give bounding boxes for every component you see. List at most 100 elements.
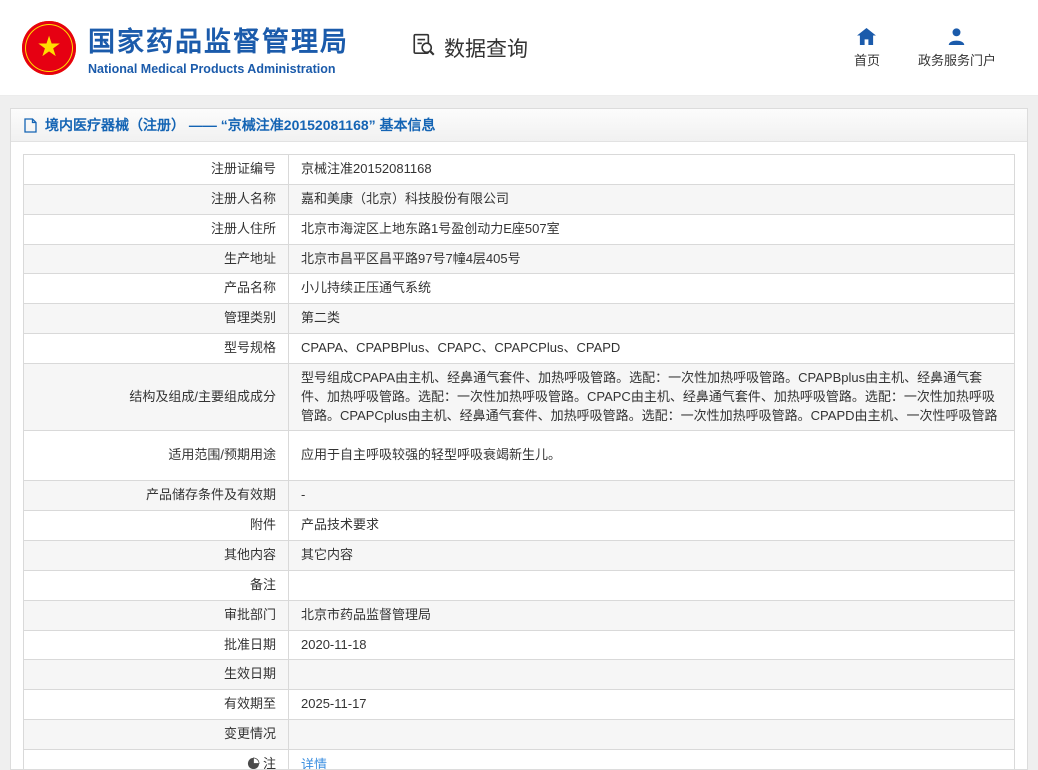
- row-label: 备注: [24, 570, 289, 600]
- doc-search-icon: [411, 32, 437, 64]
- org-name-en: National Medical Products Administration: [88, 62, 349, 76]
- row-label: 产品名称: [24, 274, 289, 304]
- row-label: 适用范围/预期用途: [24, 431, 289, 481]
- row-label-text: 审批部门: [224, 607, 276, 622]
- table-row: 产品名称 小儿持续正压通气系统: [24, 274, 1015, 304]
- row-value: 型号组成CPAPA由主机、经鼻通气套件、加热呼吸管路。选配：一次性加热呼吸管路。…: [289, 363, 1015, 431]
- org-names: 国家药品监督管理局 National Medical Products Admi…: [88, 20, 349, 76]
- row-label-text: 有效期至: [224, 696, 276, 711]
- top-nav: 首页 政务服务门户: [854, 27, 996, 69]
- row-label: 结构及组成/主要组成成分: [24, 363, 289, 431]
- row-label-text: 产品名称: [224, 280, 276, 295]
- info-table-body: 注册证编号 京械注准20152081168 注册人名称 嘉和美康（北京）科技股份…: [24, 155, 1015, 770]
- row-value: 小儿持续正压通气系统: [289, 274, 1015, 304]
- row-value: 北京市昌平区昌平路97号7幢4层405号: [289, 244, 1015, 274]
- row-label: 注册人名称: [24, 184, 289, 214]
- row-value: 北京市海淀区上地东路1号盈创动力E座507室: [289, 214, 1015, 244]
- table-row: 生效日期: [24, 660, 1015, 690]
- table-row: 注册人名称 嘉和美康（北京）科技股份有限公司: [24, 184, 1015, 214]
- row-label: 其他内容: [24, 540, 289, 570]
- table-row: 有效期至 2025-11-17: [24, 690, 1015, 720]
- table-row: 注册证编号 京械注准20152081168: [24, 155, 1015, 185]
- row-value: [289, 660, 1015, 690]
- detail-link[interactable]: 详情: [301, 757, 327, 770]
- row-label: 附件: [24, 511, 289, 541]
- row-label: 管理类别: [24, 304, 289, 334]
- row-label-text: 变更情况: [224, 726, 276, 741]
- table-row: 批准日期 2020-11-18: [24, 630, 1015, 660]
- row-label: 审批部门: [24, 600, 289, 630]
- row-label-text: 管理类别: [224, 310, 276, 325]
- table-row: 备注: [24, 570, 1015, 600]
- table-row: 变更情况: [24, 720, 1015, 750]
- table-row: 生产地址 北京市昌平区昌平路97号7幢4层405号: [24, 244, 1015, 274]
- table-row: 产品储存条件及有效期 -: [24, 481, 1015, 511]
- row-value: 产品技术要求: [289, 511, 1015, 541]
- national-emblem-icon: ★: [22, 21, 76, 75]
- row-label: 批准日期: [24, 630, 289, 660]
- row-label: 有效期至: [24, 690, 289, 720]
- user-icon: [948, 27, 965, 45]
- breadcrumb-bar: 境内医疗器械（注册） —— “京械注准20152081168” 基本信息: [11, 109, 1027, 142]
- site-logo[interactable]: ★ 国家药品监督管理局 National Medical Products Ad…: [22, 20, 349, 76]
- row-value: 京械注准20152081168: [289, 155, 1015, 185]
- info-table: 注册证编号 京械注准20152081168 注册人名称 嘉和美康（北京）科技股份…: [23, 154, 1015, 770]
- table-row: 适用范围/预期用途 应用于自主呼吸较强的轻型呼吸衰竭新生儿。: [24, 431, 1015, 481]
- row-label-text: 注册证编号: [211, 161, 276, 176]
- table-row: 其他内容 其它内容: [24, 540, 1015, 570]
- home-icon: [857, 27, 876, 45]
- table-row: 型号规格 CPAPA、CPAPBPlus、CPAPC、CPAPCPlus、CPA…: [24, 334, 1015, 364]
- row-value: CPAPA、CPAPBPlus、CPAPC、CPAPCPlus、CPAPD: [289, 334, 1015, 364]
- row-label-text: 附件: [250, 517, 276, 532]
- pie-note-icon: [247, 757, 260, 770]
- table-row: 注册人住所 北京市海淀区上地东路1号盈创动力E座507室: [24, 214, 1015, 244]
- row-label-text: 结构及组成/主要组成成分: [129, 389, 276, 404]
- row-label-text: 适用范围/预期用途: [168, 447, 276, 462]
- nav-portal[interactable]: 政务服务门户: [918, 27, 996, 69]
- row-label-text: 备注: [250, 577, 276, 592]
- document-icon: [24, 118, 37, 133]
- row-label-text: 注册人住所: [211, 221, 276, 236]
- page: { "header": { "org_cn": "国家药品监督管理局", "or…: [0, 0, 1038, 770]
- row-label-text: 型号规格: [224, 340, 276, 355]
- table-row: 结构及组成/主要组成成分 型号组成CPAPA由主机、经鼻通气套件、加热呼吸管路。…: [24, 363, 1015, 431]
- row-label-text: 批准日期: [224, 637, 276, 652]
- row-label-text: 其他内容: [224, 547, 276, 562]
- nav-portal-label: 政务服务门户: [918, 50, 996, 69]
- table-row: 审批部门 北京市药品监督管理局: [24, 600, 1015, 630]
- row-value: 嘉和美康（北京）科技股份有限公司: [289, 184, 1015, 214]
- row-label: 产品储存条件及有效期: [24, 481, 289, 511]
- site-header: ★ 国家药品监督管理局 National Medical Products Ad…: [0, 0, 1038, 96]
- table-row: 管理类别 第二类: [24, 304, 1015, 334]
- row-label-text: 注册人名称: [211, 191, 276, 206]
- row-label-text: 产品储存条件及有效期: [146, 487, 276, 502]
- row-label-text: 生产地址: [224, 251, 276, 266]
- row-label: 生效日期: [24, 660, 289, 690]
- page-body: 境内医疗器械（注册） —— “京械注准20152081168” 基本信息 注册证…: [0, 96, 1038, 770]
- row-value: 2020-11-18: [289, 630, 1015, 660]
- nav-home-label: 首页: [854, 50, 880, 69]
- row-label: 型号规格: [24, 334, 289, 364]
- row-value: 2025-11-17: [289, 690, 1015, 720]
- data-query-tab[interactable]: 数据查询: [411, 32, 528, 64]
- row-label: 变更情况: [24, 720, 289, 750]
- row-label: 生产地址: [24, 244, 289, 274]
- nav-home[interactable]: 首页: [854, 27, 880, 69]
- row-value: 第二类: [289, 304, 1015, 334]
- row-label: 注册人住所: [24, 214, 289, 244]
- row-value: 详情: [289, 749, 1015, 770]
- org-name-cn: 国家药品监督管理局: [88, 20, 349, 59]
- emblem-star-glyph: ★: [36, 33, 61, 61]
- table-row: 注 详情: [24, 749, 1015, 770]
- row-label: 注: [24, 749, 289, 770]
- row-label-text: 注: [263, 756, 276, 770]
- row-label: 注册证编号: [24, 155, 289, 185]
- row-value: -: [289, 481, 1015, 511]
- content-panel: 境内医疗器械（注册） —— “京械注准20152081168” 基本信息 注册证…: [10, 108, 1028, 770]
- row-value: 应用于自主呼吸较强的轻型呼吸衰竭新生儿。: [289, 431, 1015, 481]
- row-label-text: 生效日期: [224, 666, 276, 681]
- data-query-label: 数据查询: [444, 33, 528, 63]
- row-value: 其它内容: [289, 540, 1015, 570]
- row-value: [289, 570, 1015, 600]
- row-value: [289, 720, 1015, 750]
